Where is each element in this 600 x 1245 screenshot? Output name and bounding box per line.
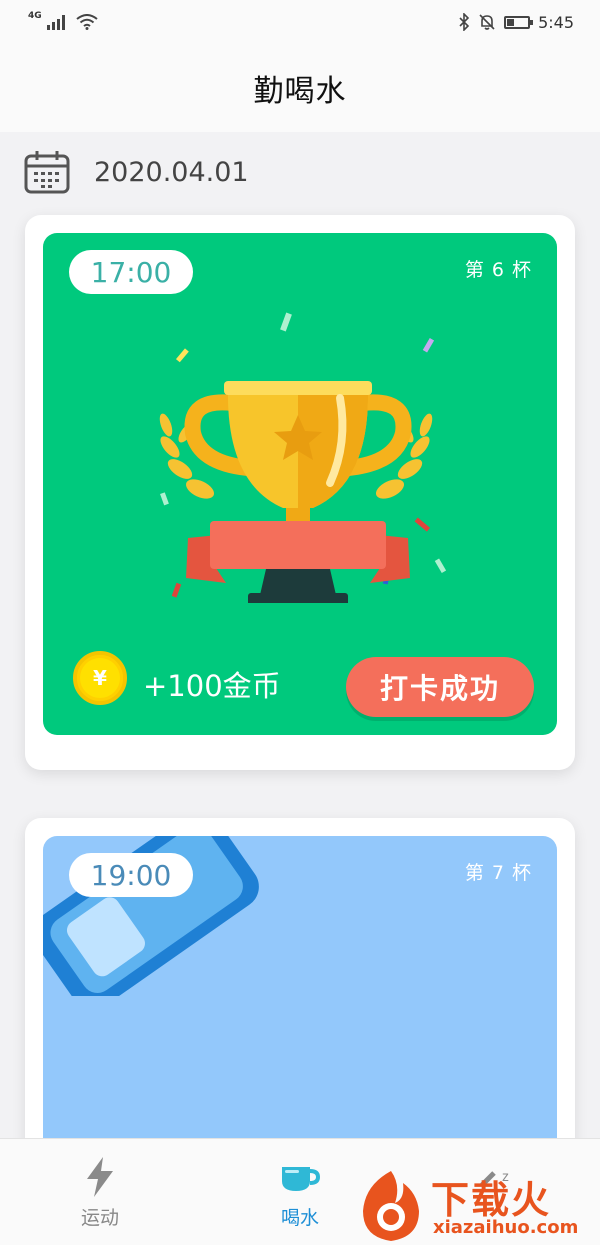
drink-card-6: 17:00 第 6 杯 ¥ +100金币 打卡成功 xyxy=(25,215,575,770)
cup-icon xyxy=(280,1157,320,1197)
time-label: 17:00 xyxy=(90,255,172,289)
status-left: 4G xyxy=(28,11,98,30)
time-pill: 19:00 xyxy=(69,853,193,897)
tab-label: 运动 xyxy=(80,1207,119,1229)
lightning-icon xyxy=(80,1157,120,1197)
coin-icon: ¥ xyxy=(73,651,127,705)
date-selector[interactable]: 2020.04.01 xyxy=(24,148,249,196)
tab-exercise[interactable]: 运动 xyxy=(0,1139,200,1245)
battery-icon xyxy=(504,15,534,29)
cup-number: 第 7 杯 xyxy=(464,862,532,884)
clock-time: 5:45 xyxy=(538,12,574,32)
checkin-button-label: 打卡成功 xyxy=(379,672,500,705)
bluetooth-icon xyxy=(459,13,470,31)
status-bar: 4G 5:45 xyxy=(0,0,600,44)
network-type: 4G xyxy=(28,11,42,21)
drink-card-panel: 17:00 第 6 杯 ¥ +100金币 打卡成功 xyxy=(43,233,557,735)
tab-label: 喝水 xyxy=(280,1207,319,1229)
checkin-success-button[interactable]: 打卡成功 xyxy=(346,657,534,717)
trophy-icon xyxy=(159,312,447,603)
time-label: 19:00 xyxy=(90,858,172,892)
wifi-icon xyxy=(76,14,98,30)
date-text: 2020.04.01 xyxy=(94,156,249,188)
calendar-icon[interactable] xyxy=(24,150,70,194)
mute-bell-icon xyxy=(479,14,495,30)
status-right: 5:45 xyxy=(458,13,574,32)
flame-logo-icon xyxy=(363,1171,419,1241)
time-pill: 17:00 xyxy=(69,250,193,294)
page-title: 勤喝水 xyxy=(253,74,347,109)
coin-symbol: ¥ xyxy=(93,666,107,690)
reward-text: +100金币 xyxy=(143,669,281,703)
cup-number: 第 6 杯 xyxy=(464,259,532,281)
signal-icon xyxy=(46,15,65,30)
watermark-url: xiazaihuo.com xyxy=(433,1217,579,1238)
watermark-title: 下载火 xyxy=(431,1178,552,1222)
watermark: 下载火 xiazaihuo.com xyxy=(355,1165,600,1245)
page-title-bar: 勤喝水 xyxy=(0,44,600,132)
